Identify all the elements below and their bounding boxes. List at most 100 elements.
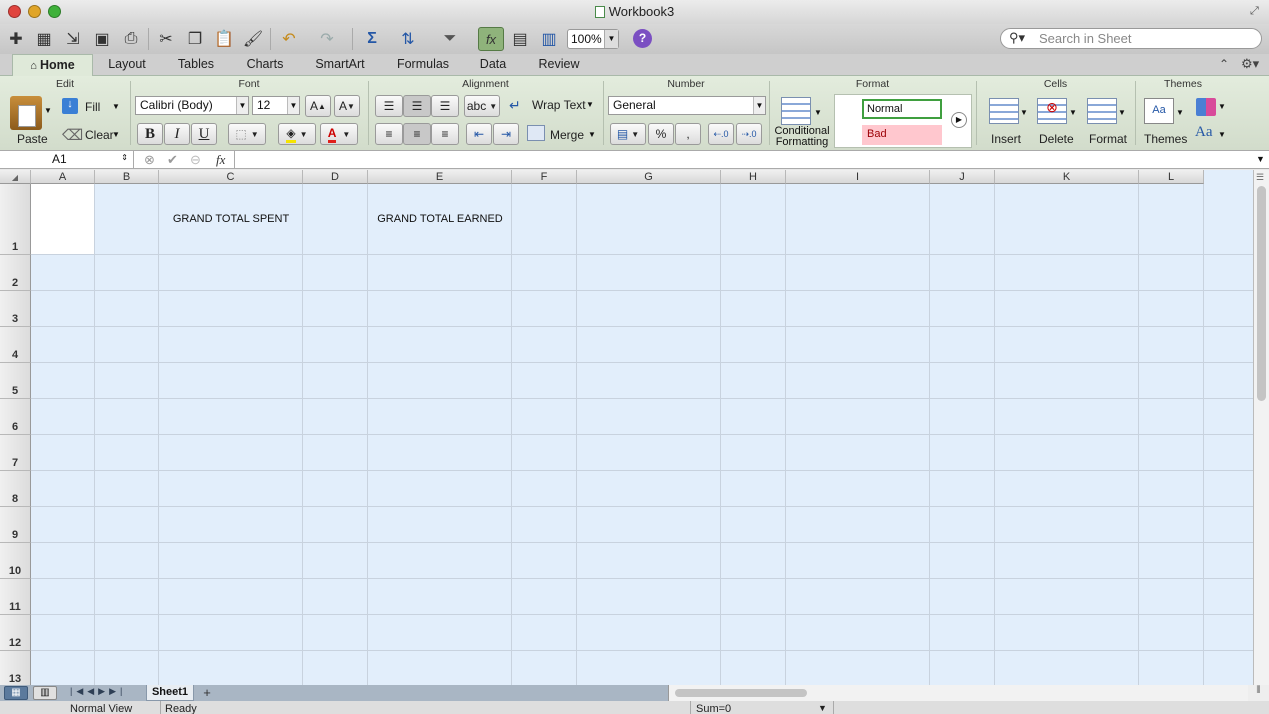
paste-dropdown-icon[interactable]: ▼: [44, 106, 52, 115]
font-size-select[interactable]: 12 ▼: [252, 96, 300, 115]
fill-button[interactable]: Fill: [85, 100, 100, 114]
split-handle-icon[interactable]: ⦀: [1248, 685, 1269, 701]
font-name-select[interactable]: Calibri (Body) ▼: [135, 96, 249, 115]
align-left-button[interactable]: ≡: [375, 123, 403, 145]
row-header-13[interactable]: 13: [0, 651, 31, 685]
paste-button-icon[interactable]: [10, 96, 42, 130]
clear-button[interactable]: Clear: [85, 128, 114, 142]
align-bottom-button[interactable]: ☰: [431, 95, 459, 117]
style-normal[interactable]: Normal: [862, 99, 942, 119]
fullscreen-icon[interactable]: ⤢: [1250, 5, 1259, 18]
vertical-scrollbar[interactable]: ☰: [1253, 170, 1269, 685]
italic-button[interactable]: I: [164, 123, 190, 145]
copy-icon[interactable]: ❐: [182, 27, 208, 51]
insert-dropdown-icon[interactable]: ▼: [1020, 108, 1028, 117]
zoom-select[interactable]: 100% ▼: [567, 29, 619, 49]
underline-button[interactable]: U: [191, 123, 217, 145]
column-header-e[interactable]: E: [368, 170, 512, 184]
row-header-1[interactable]: 1: [0, 184, 31, 255]
name-box[interactable]: A1 ⇕: [0, 151, 134, 168]
column-header-i[interactable]: I: [786, 170, 930, 184]
decrease-indent-button[interactable]: ⇤: [466, 123, 492, 145]
bold-button[interactable]: B: [137, 123, 163, 145]
theme-colors-dropdown-icon[interactable]: ▼: [1218, 102, 1226, 111]
tab-data[interactable]: Data: [467, 54, 519, 76]
percent-button[interactable]: %: [648, 123, 674, 145]
increase-decimal-button[interactable]: ⇠.0: [708, 123, 734, 145]
row-header-3[interactable]: 3: [0, 291, 31, 327]
number-format-select[interactable]: General ▼: [608, 96, 766, 115]
row-header-11[interactable]: 11: [0, 579, 31, 615]
status-sum[interactable]: Sum=0: [696, 703, 731, 714]
row-header-9[interactable]: 9: [0, 507, 31, 543]
formula-input[interactable]: [234, 151, 1254, 168]
align-center-button[interactable]: ≡: [403, 123, 431, 145]
column-header-f[interactable]: F: [512, 170, 577, 184]
conditional-formatting-icon[interactable]: [781, 97, 811, 125]
merge-dropdown-icon[interactable]: ▼: [588, 130, 596, 139]
cancel-formula-icon[interactable]: ⊗: [144, 152, 155, 168]
media-browser-icon[interactable]: ▥: [536, 27, 562, 51]
format-painter-icon[interactable]: 🖌: [240, 27, 266, 51]
theme-fonts-button[interactable]: Aa: [1195, 124, 1213, 141]
row-header-5[interactable]: 5: [0, 363, 31, 399]
column-header-d[interactable]: D: [303, 170, 368, 184]
tab-home[interactable]: ⌂ Home: [12, 54, 93, 76]
row-header-8[interactable]: 8: [0, 471, 31, 507]
column-header-g[interactable]: G: [577, 170, 721, 184]
sheet-navigation-icon[interactable]: |◀◀▶▶|: [70, 686, 138, 700]
split-view-icon[interactable]: ☰: [1256, 172, 1264, 183]
horizontal-scrollbar[interactable]: [668, 685, 1248, 701]
open-icon[interactable]: ⇲: [60, 27, 86, 51]
decrease-decimal-button[interactable]: ⇢.0: [736, 123, 762, 145]
column-header-b[interactable]: B: [95, 170, 159, 184]
themes-button[interactable]: Themes: [1144, 132, 1187, 146]
tab-layout[interactable]: Layout: [96, 54, 158, 76]
merge-icon[interactable]: [527, 125, 545, 141]
horizontal-scroll-thumb[interactable]: [675, 689, 807, 697]
formula-builder-icon[interactable]: fx: [478, 27, 504, 51]
insert-cells-icon[interactable]: [989, 98, 1019, 124]
search-input[interactable]: ⚲▾ Search in Sheet: [1000, 28, 1262, 49]
format-dropdown-icon[interactable]: ▼: [1118, 108, 1126, 117]
formula-expand-icon[interactable]: ▼: [1256, 154, 1265, 164]
theme-colors-icon[interactable]: [1196, 98, 1216, 116]
clear-dropdown-icon[interactable]: ▼: [112, 130, 120, 139]
zoom-dropdown-icon[interactable]: ▼: [604, 30, 618, 48]
sheet-tab-sheet1[interactable]: Sheet1: [146, 685, 194, 701]
wrap-text-dropdown-icon[interactable]: ▼: [586, 100, 594, 109]
column-header-h[interactable]: H: [721, 170, 786, 184]
fill-color-button[interactable]: ◈ ▼: [278, 123, 316, 145]
status-sum-dropdown-icon[interactable]: ▼: [818, 703, 827, 713]
page-layout-view-button[interactable]: ▥: [33, 686, 57, 700]
fill-dropdown-icon[interactable]: ▼: [112, 102, 120, 111]
format-cells-icon[interactable]: [1087, 98, 1117, 124]
insert-button[interactable]: Insert: [991, 132, 1021, 146]
add-sheet-icon[interactable]: +: [198, 685, 216, 700]
comma-button[interactable]: ,: [675, 123, 701, 145]
font-color-button[interactable]: A ▼: [320, 123, 358, 145]
eraser-icon[interactable]: ⌫: [62, 126, 83, 144]
select-all-corner[interactable]: ◢: [0, 170, 31, 184]
row-header-4[interactable]: 4: [0, 327, 31, 363]
tab-review[interactable]: Review: [528, 54, 590, 76]
align-middle-button[interactable]: ☰: [403, 95, 431, 117]
tab-charts[interactable]: Charts: [234, 54, 296, 76]
row-header-6[interactable]: 6: [0, 399, 31, 435]
conditional-formatting-dropdown-icon[interactable]: ▼: [814, 108, 822, 117]
delete-cells-icon[interactable]: ⊗: [1037, 98, 1067, 124]
row-header-2[interactable]: 2: [0, 255, 31, 291]
cut-icon[interactable]: ✂: [153, 27, 179, 51]
style-bad[interactable]: Bad: [862, 125, 942, 145]
ribbon-settings-icon[interactable]: ⚙▾: [1241, 56, 1259, 72]
row-header-10[interactable]: 10: [0, 543, 31, 579]
merge-button[interactable]: Merge: [550, 128, 584, 142]
align-right-button[interactable]: ≡: [431, 123, 459, 145]
number-format-dropdown-icon[interactable]: ▼: [753, 97, 765, 114]
styles-next-icon[interactable]: ▶: [951, 112, 967, 128]
conditional-formatting-button[interactable]: Conditional Formatting: [774, 126, 830, 148]
wrap-text-icon[interactable]: ↵: [509, 97, 521, 114]
borders-button[interactable]: ⬚ ▼: [228, 123, 266, 145]
autosum-icon[interactable]: Σ: [359, 27, 385, 51]
themes-dropdown-icon[interactable]: ▼: [1176, 108, 1184, 117]
